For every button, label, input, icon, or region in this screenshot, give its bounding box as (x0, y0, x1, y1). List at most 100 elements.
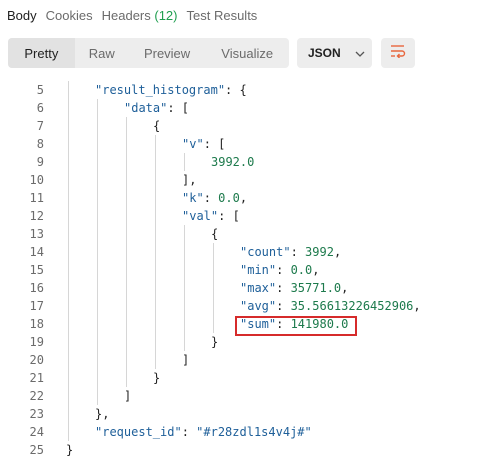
tab-headers[interactable]: Headers (12) (102, 8, 178, 23)
code-content: }, (95, 405, 109, 423)
tab-body[interactable]: Body (7, 8, 37, 23)
line-number: 11 (29, 191, 44, 205)
line-number: 16 (29, 281, 44, 295)
line-number: 23 (29, 407, 44, 421)
json-punctuation-token: : (203, 191, 219, 205)
json-string-token: "count" (240, 245, 291, 259)
code-content: "data": [ (124, 99, 189, 117)
indent-guide (97, 99, 98, 405)
json-number-token: 0.0 (218, 191, 240, 205)
view-pretty-button[interactable]: Pretty (8, 38, 75, 68)
code-line: 15 "min": 0.0, (0, 261, 478, 279)
json-punctuation-token: ] (124, 389, 132, 403)
line-number: 14 (29, 245, 44, 259)
code-content: 3992.0 (211, 153, 254, 171)
view-visualize-button[interactable]: Visualize (205, 38, 289, 68)
code-content: "val": [ (182, 207, 240, 225)
line-number: 9 (36, 155, 44, 169)
view-preview-button[interactable]: Preview (129, 38, 206, 68)
json-number-token: 35.56613226452906 (290, 299, 414, 313)
code-line: 17 "avg": 35.56613226452906, (0, 297, 478, 315)
json-string-token: "data" (124, 101, 168, 115)
json-number-token: 35771.0 (290, 281, 342, 295)
code-content: "result_histogram": { (95, 81, 247, 99)
json-punctuation-token: : (276, 263, 291, 277)
response-tabs: Body Cookies Headers (12) Test Results (0, 0, 478, 30)
json-punctuation-token: : (276, 281, 291, 295)
line-number: 13 (29, 227, 44, 241)
json-punctuation-token: : (290, 245, 306, 259)
tab-headers-label: Headers (101, 7, 151, 23)
code-line: 12 "val": [ (0, 207, 478, 225)
code-content: "count": 3992, (240, 243, 341, 261)
line-number: 22 (29, 389, 44, 403)
json-string-token: "result_histogram" (95, 83, 226, 97)
code-line: 23}, (0, 405, 478, 423)
wrap-lines-icon (390, 44, 406, 63)
view-mode-group: Pretty Raw Preview Visualize (8, 38, 289, 68)
indent-guide (184, 225, 185, 351)
code-content: } (211, 333, 218, 351)
view-raw-button[interactable]: Raw (75, 38, 129, 68)
json-string-token: "val" (182, 209, 219, 223)
line-number: 19 (29, 335, 44, 349)
json-punctuation-token: : [ (203, 137, 226, 151)
line-number: 6 (36, 101, 44, 115)
indent-guide (68, 81, 69, 441)
json-punctuation-token: : (276, 299, 291, 313)
json-code-view[interactable]: 5 "result_histogram": {6 "data": [7{8 "v": … (0, 81, 478, 459)
json-string-token: "request_id" (95, 425, 182, 439)
code-content: "k": 0.0, (182, 189, 247, 207)
json-punctuation-token: : (181, 425, 197, 439)
sum-highlight-annotation (235, 316, 357, 336)
line-number: 25 (29, 443, 44, 457)
code-content: "request_id": "#r28zdl1s4v4j#" (95, 423, 312, 441)
line-number: 20 (29, 353, 44, 367)
json-number-token: 0.0 (290, 263, 313, 277)
indent-guide (184, 153, 185, 171)
json-number-token: 3992.0 (211, 155, 255, 169)
json-punctuation-token: ] (182, 353, 190, 367)
code-content: ] (182, 351, 189, 369)
response-toolbar: Pretty Raw Preview Visualize JSON (8, 38, 415, 68)
json-punctuation-token: } (211, 335, 219, 349)
code-content: { (211, 225, 218, 243)
code-line: 9 3992.0 (0, 153, 478, 171)
json-punctuation-token: , (413, 299, 421, 313)
json-punctuation-token: , (312, 263, 320, 277)
code-content: { (153, 117, 160, 135)
tab-cookies[interactable]: Cookies (46, 8, 93, 23)
tab-test-results[interactable]: Test Results (187, 8, 258, 23)
code-line: 14 "count": 3992, (0, 243, 478, 261)
json-punctuation-token: : [ (218, 209, 240, 223)
line-number: 15 (29, 263, 44, 277)
line-number: 18 (29, 317, 44, 331)
code-content: "max": 35771.0, (240, 279, 348, 297)
indent-guide (155, 135, 156, 369)
code-content: } (66, 441, 73, 459)
json-punctuation-token: } (66, 443, 74, 457)
line-number: 10 (29, 173, 44, 187)
json-punctuation-token: ], (182, 173, 197, 187)
json-punctuation-token: { (211, 227, 219, 241)
wrap-lines-button[interactable] (381, 38, 415, 68)
code-line: 24 "request_id": "#r28zdl1s4v4j#" (0, 423, 478, 441)
json-string-token: "max" (240, 281, 277, 295)
indent-guide (213, 243, 214, 333)
json-string-token: "avg" (240, 299, 277, 313)
code-content: ] (124, 387, 131, 405)
code-line: 20] (0, 351, 478, 369)
json-string-token: "k" (182, 191, 204, 205)
code-line: 13 { (0, 225, 478, 243)
chevron-down-icon (355, 46, 365, 60)
line-number: 5 (36, 83, 44, 97)
indent-guide (126, 117, 127, 387)
json-punctuation-token: : { (225, 83, 247, 97)
code-line: 6 "data": [ (0, 99, 478, 117)
code-content: } (153, 369, 160, 387)
line-number: 12 (29, 209, 44, 223)
code-line: 21} (0, 369, 478, 387)
json-string-token: "min" (240, 263, 277, 277)
code-line: 25} (0, 441, 478, 459)
language-select[interactable]: JSON (297, 38, 372, 68)
